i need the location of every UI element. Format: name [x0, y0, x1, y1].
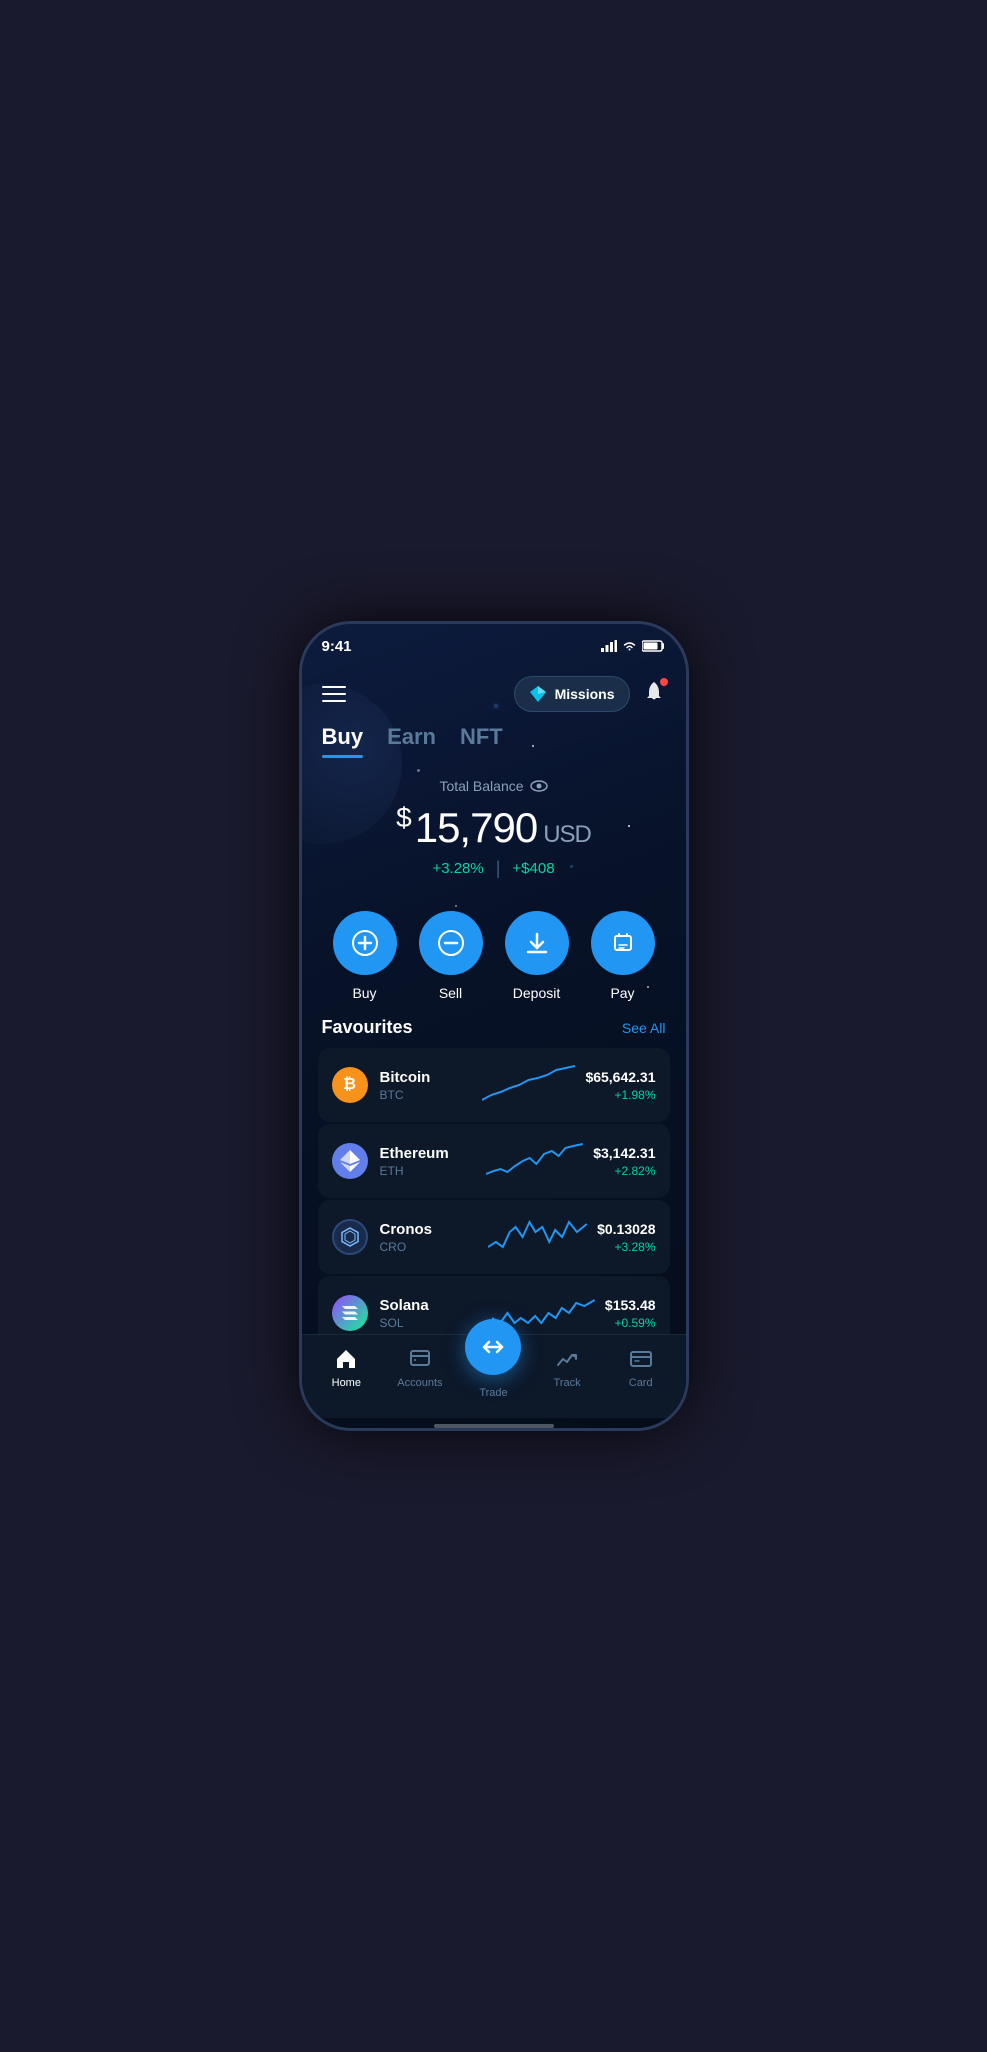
home-icon: [334, 1347, 358, 1371]
btc-symbol: BTC: [380, 1088, 473, 1102]
eye-icon: [530, 779, 548, 793]
status-icons: [601, 640, 666, 652]
cro-chart: [488, 1212, 587, 1262]
cro-name: Cronos: [380, 1221, 479, 1238]
phone-frame: 9:41: [299, 621, 689, 1431]
tab-nft[interactable]: NFT: [460, 724, 503, 758]
wifi-icon: [622, 640, 637, 652]
deposit-button[interactable]: Deposit: [505, 911, 569, 1001]
eth-info: Ethereum ETH: [380, 1145, 477, 1178]
nav-accounts[interactable]: Accounts: [392, 1347, 448, 1389]
card-icon: [629, 1347, 653, 1371]
nav-accounts-label: Accounts: [397, 1377, 442, 1389]
favourites-section: Favourites See All ₿ Bitcoin BTC: [302, 1017, 686, 1334]
header: Missions: [302, 668, 686, 724]
nav-trade[interactable]: Trade: [465, 1319, 521, 1399]
nav-card[interactable]: Card: [613, 1347, 669, 1389]
sol-icon: [332, 1295, 368, 1331]
tab-buy[interactable]: Buy: [322, 724, 364, 758]
btc-info: Bitcoin BTC: [380, 1069, 473, 1102]
btc-chart: [482, 1060, 575, 1110]
percent-change: +3.28%: [432, 860, 483, 877]
buy-button[interactable]: Buy: [333, 911, 397, 1001]
hamburger-menu[interactable]: [322, 686, 346, 702]
eth-name: Ethereum: [380, 1145, 477, 1162]
balance-change: +3.28% | +$408: [322, 858, 666, 879]
cro-price: $0.13028 +3.28%: [597, 1221, 655, 1254]
sell-button[interactable]: Sell: [419, 911, 483, 1001]
action-buttons: Buy Sell De: [302, 895, 686, 1017]
cro-info: Cronos CRO: [380, 1221, 479, 1254]
phone-screen: 9:41: [302, 624, 686, 1428]
trade-button[interactable]: [465, 1319, 521, 1375]
pay-icon: [609, 929, 637, 957]
trade-icon: [480, 1334, 506, 1360]
pay-button[interactable]: Pay: [591, 911, 655, 1001]
amount-change: +$408: [512, 860, 554, 877]
battery-icon: [642, 640, 666, 652]
balance-label: Total Balance: [322, 778, 666, 794]
sell-icon: [437, 929, 465, 957]
cro-icon: [332, 1219, 368, 1255]
signal-icon: [601, 640, 617, 652]
eth-symbol: ETH: [380, 1164, 477, 1178]
sol-name: Solana: [380, 1297, 483, 1314]
btc-price: $65,642.31 +1.98%: [585, 1069, 655, 1102]
nav-card-label: Card: [629, 1377, 653, 1389]
balance-amount: $15,790USD: [322, 802, 666, 852]
bottom-nav: Home Accounts Trade: [302, 1334, 686, 1418]
favourites-header: Favourites See All: [318, 1017, 670, 1038]
missions-button[interactable]: Missions: [514, 676, 630, 712]
home-indicator: [434, 1424, 554, 1428]
status-bar: 9:41: [302, 624, 686, 668]
crypto-item-eth[interactable]: Ethereum ETH $3,142.31 +2.82%: [318, 1124, 670, 1198]
see-all-button[interactable]: See All: [622, 1020, 666, 1036]
header-right: Missions: [514, 676, 666, 712]
btc-name: Bitcoin: [380, 1069, 473, 1086]
sol-price: $153.48 +0.59%: [605, 1297, 656, 1330]
accounts-icon: [408, 1347, 432, 1371]
eth-chart: [486, 1136, 583, 1186]
track-icon: [555, 1347, 579, 1371]
favourites-title: Favourites: [322, 1017, 413, 1038]
status-time: 9:41: [322, 638, 352, 655]
crypto-item-cro[interactable]: Cronos CRO $0.13028 +3.28%: [318, 1200, 670, 1274]
tab-earn[interactable]: Earn: [387, 724, 436, 758]
nav-track[interactable]: Track: [539, 1347, 595, 1389]
missions-label: Missions: [555, 686, 615, 702]
main-tabs: Buy Earn NFT: [302, 724, 686, 758]
notification-dot: [660, 678, 668, 686]
btc-icon: ₿: [332, 1067, 368, 1103]
eth-price: $3,142.31 +2.82%: [593, 1145, 655, 1178]
deposit-icon: [523, 929, 551, 957]
cro-symbol: CRO: [380, 1240, 479, 1254]
nav-track-label: Track: [554, 1377, 581, 1389]
nav-trade-label: Trade: [479, 1387, 507, 1399]
notification-button[interactable]: [642, 680, 666, 709]
crypto-item-btc[interactable]: ₿ Bitcoin BTC $65,642.31 +1.98%: [318, 1048, 670, 1122]
crypto-list: ₿ Bitcoin BTC $65,642.31 +1.98%: [318, 1048, 670, 1334]
eth-icon: [332, 1143, 368, 1179]
nav-home[interactable]: Home: [318, 1347, 374, 1389]
nav-home-label: Home: [332, 1377, 361, 1389]
balance-section: Total Balance $15,790USD +3.28% | +$408: [302, 758, 686, 895]
diamond-icon: [529, 685, 547, 703]
buy-icon: [351, 929, 379, 957]
